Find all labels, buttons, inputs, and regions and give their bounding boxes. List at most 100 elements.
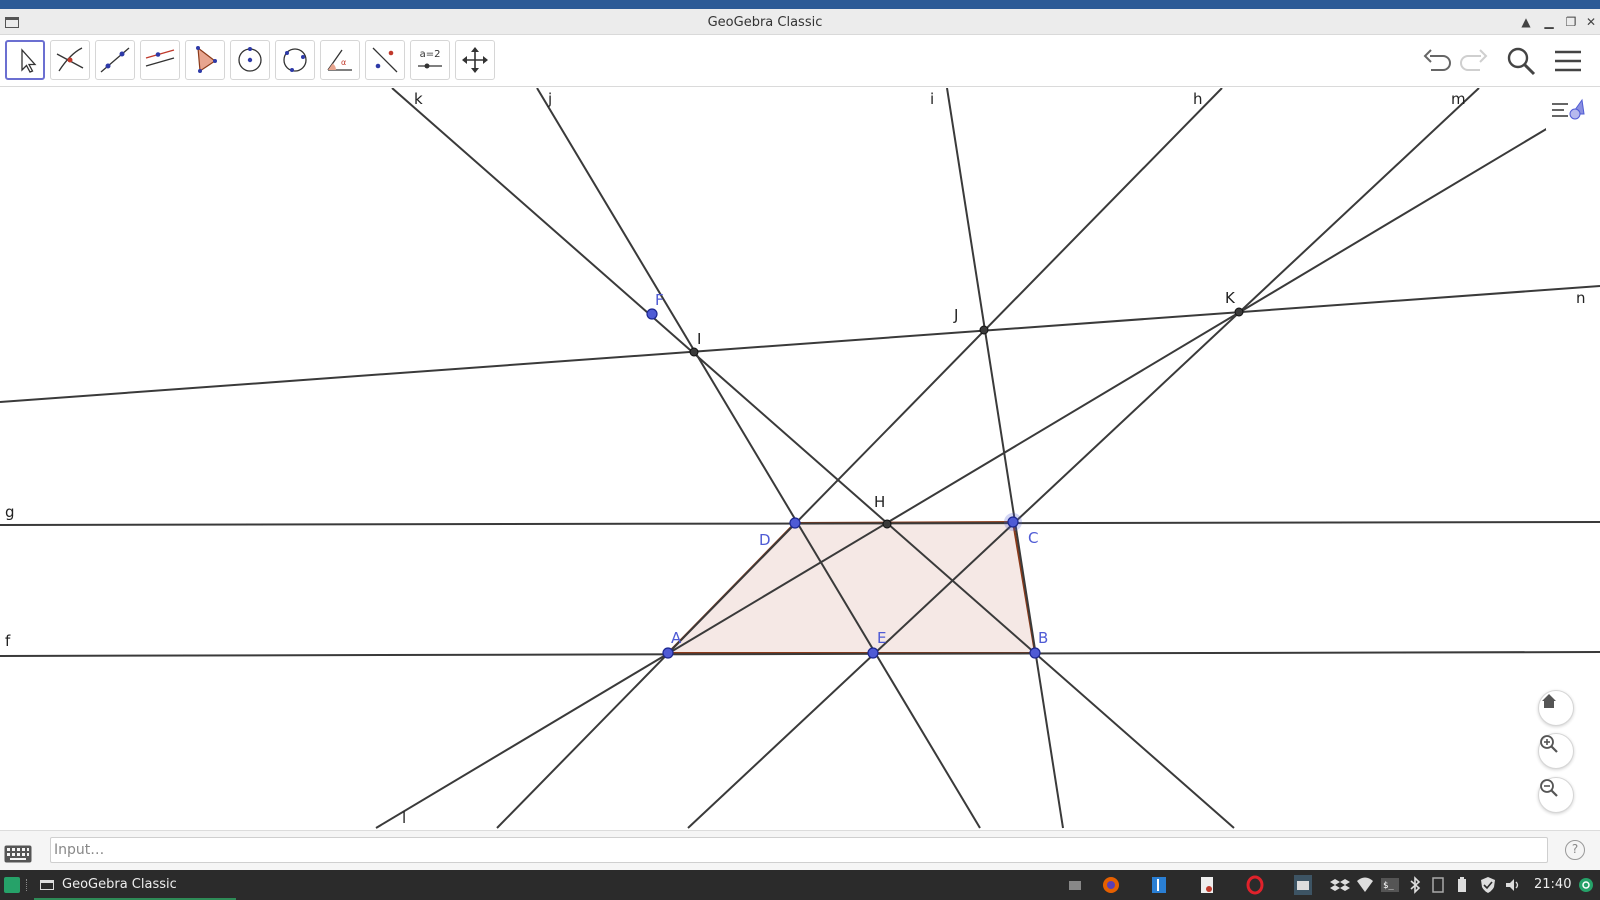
arrow-cursor-icon bbox=[21, 48, 37, 73]
virtual-keyboard-button[interactable] bbox=[4, 845, 32, 863]
line-h[interactable] bbox=[496, 88, 1223, 829]
svg-text:$_: $_ bbox=[1383, 881, 1394, 891]
show-desktop-icon[interactable] bbox=[1065, 875, 1085, 895]
point-f[interactable] bbox=[646, 308, 658, 320]
angle-tool[interactable]: α bbox=[320, 40, 360, 80]
label-line-l: l bbox=[402, 809, 406, 827]
keyboard-icon bbox=[4, 845, 32, 863]
label-point-a: A bbox=[671, 629, 682, 647]
move-arrows-icon bbox=[462, 47, 488, 73]
circle-through-points-icon bbox=[283, 48, 307, 72]
window-minimize-button[interactable]: ▁ bbox=[1540, 13, 1558, 31]
start-menu-icon[interactable] bbox=[4, 877, 20, 893]
home-icon bbox=[1542, 694, 1556, 708]
window-icon bbox=[40, 880, 54, 890]
zoom-out-icon bbox=[1540, 779, 1558, 797]
label-point-i: I bbox=[697, 330, 701, 348]
line-n[interactable] bbox=[0, 285, 1600, 403]
standard-view-button[interactable] bbox=[1538, 690, 1574, 726]
label-line-i: i bbox=[930, 90, 934, 108]
window-shade-button[interactable]: ▲ bbox=[1517, 13, 1535, 31]
label-line-g: g bbox=[5, 503, 15, 521]
terminal-icon[interactable]: $_ bbox=[1380, 875, 1400, 895]
reflect-icon bbox=[372, 47, 398, 73]
taskbar: GeoGebra Classic $_ 21:40 bbox=[0, 870, 1600, 900]
document-viewer-icon[interactable] bbox=[1197, 875, 1217, 895]
wifi-icon[interactable] bbox=[1355, 875, 1375, 895]
window-title: GeoGebra Classic bbox=[707, 15, 823, 30]
label-point-e: E bbox=[877, 629, 886, 647]
taskbar-task-geogebra[interactable]: GeoGebra Classic bbox=[34, 870, 236, 900]
point-i[interactable] bbox=[689, 347, 699, 357]
geogebra-window-icon[interactable] bbox=[1293, 875, 1313, 895]
label-line-j: j bbox=[547, 90, 552, 108]
ellipse-tool[interactable] bbox=[275, 40, 315, 80]
clipboard-icon[interactable] bbox=[1428, 875, 1448, 895]
move-tool[interactable] bbox=[5, 40, 45, 80]
window-titlebar: GeoGebra Classic ▲ ▁ ❐ ✕ bbox=[0, 9, 1600, 35]
point-a[interactable] bbox=[662, 647, 674, 659]
undo-button[interactable] bbox=[1421, 45, 1453, 77]
battery-icon[interactable] bbox=[1452, 875, 1472, 895]
label-point-d: D bbox=[759, 531, 771, 549]
point-h[interactable] bbox=[882, 519, 892, 529]
window-maximize-button[interactable]: ❐ bbox=[1562, 13, 1580, 31]
point-b[interactable] bbox=[1029, 647, 1041, 659]
intersect-point-icon bbox=[56, 47, 84, 72]
perpendicular-line-tool[interactable] bbox=[140, 40, 180, 80]
label-point-c: C bbox=[1028, 529, 1038, 547]
firefox-icon[interactable] bbox=[1101, 875, 1121, 895]
redo-button[interactable] bbox=[1458, 45, 1490, 77]
polygon-tool[interactable] bbox=[185, 40, 225, 80]
line-l[interactable] bbox=[375, 127, 1549, 829]
style-bar-toggle[interactable] bbox=[1546, 94, 1588, 130]
polygon-abcd[interactable] bbox=[665, 520, 1037, 654]
clock: 21:40 bbox=[1534, 877, 1572, 892]
circle-tool[interactable] bbox=[230, 40, 270, 80]
point-d[interactable] bbox=[789, 517, 801, 529]
line-tool[interactable] bbox=[95, 40, 135, 80]
bluetooth-icon[interactable] bbox=[1405, 875, 1425, 895]
taskbar-task-label: GeoGebra Classic bbox=[62, 877, 177, 892]
svg-text:α: α bbox=[341, 58, 346, 67]
label-point-k: K bbox=[1225, 289, 1236, 307]
zoom-in-button[interactable] bbox=[1538, 733, 1574, 769]
status-ok-icon[interactable] bbox=[1576, 875, 1596, 895]
point-k[interactable] bbox=[1234, 307, 1244, 317]
taskbar-separator bbox=[26, 879, 29, 891]
input-help-button[interactable]: ? bbox=[1565, 840, 1585, 860]
label-line-h: h bbox=[1193, 90, 1203, 108]
opera-icon[interactable] bbox=[1245, 875, 1265, 895]
reflect-tool[interactable] bbox=[365, 40, 405, 80]
slider-tool[interactable]: a=2 bbox=[410, 40, 450, 80]
graphics-view[interactable]: k j i h m n g f l A B C D E F H I J K bbox=[0, 88, 1600, 829]
label-line-f: f bbox=[5, 632, 11, 650]
line-j[interactable] bbox=[536, 88, 981, 829]
search-button[interactable] bbox=[1505, 45, 1537, 77]
label-line-n: n bbox=[1576, 289, 1586, 307]
toolbar: α a=2 bbox=[0, 35, 1600, 87]
slider-icon: a=2 bbox=[418, 49, 442, 69]
construction-canvas[interactable]: k j i h m n g f l A B C D E F H I J K bbox=[0, 88, 1600, 829]
label-point-h: H bbox=[874, 493, 885, 511]
svg-text:a=2: a=2 bbox=[420, 49, 441, 60]
security-shield-icon[interactable] bbox=[1478, 875, 1498, 895]
point-tool[interactable] bbox=[50, 40, 90, 80]
point-e[interactable] bbox=[867, 647, 879, 659]
window-close-button[interactable]: ✕ bbox=[1582, 13, 1600, 31]
text-editor-icon[interactable] bbox=[1149, 875, 1169, 895]
move-graphics-view-tool[interactable] bbox=[455, 40, 495, 80]
label-point-f: F bbox=[655, 291, 664, 309]
input-bar: ? bbox=[0, 830, 1600, 870]
point-j[interactable] bbox=[979, 325, 989, 335]
line-m[interactable] bbox=[687, 88, 1480, 829]
algebra-input-field[interactable] bbox=[50, 837, 1548, 863]
volume-icon[interactable] bbox=[1503, 875, 1523, 895]
point-c[interactable] bbox=[1007, 516, 1019, 528]
parallel-line-icon bbox=[145, 49, 175, 67]
main-menu-button[interactable] bbox=[1552, 45, 1584, 77]
line-k[interactable] bbox=[391, 88, 1235, 829]
line-i[interactable] bbox=[946, 88, 1064, 829]
dropbox-icon[interactable] bbox=[1330, 875, 1350, 895]
zoom-out-button[interactable] bbox=[1538, 777, 1574, 813]
